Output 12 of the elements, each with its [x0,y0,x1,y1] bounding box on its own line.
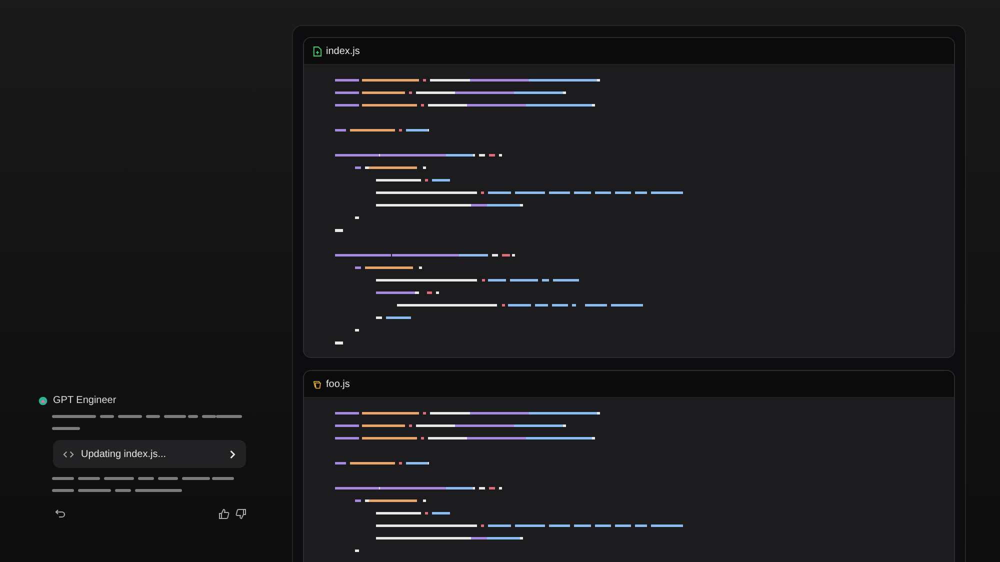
avatar-icon [38,396,48,406]
thumbs-up-icon[interactable] [218,508,230,520]
author-name: GPT Engineer [53,395,116,406]
thumbs-down-icon[interactable] [235,508,247,520]
status-button[interactable]: Updating index.js... [53,440,246,468]
file-name[interactable]: foo.js [326,378,350,390]
stacked-sheets-icon [313,378,322,390]
code-icon [63,448,74,460]
chevron-right-icon [229,450,236,458]
file-name[interactable]: index.js [326,46,360,56]
file-icon [313,46,322,56]
undo-icon[interactable] [54,508,66,520]
